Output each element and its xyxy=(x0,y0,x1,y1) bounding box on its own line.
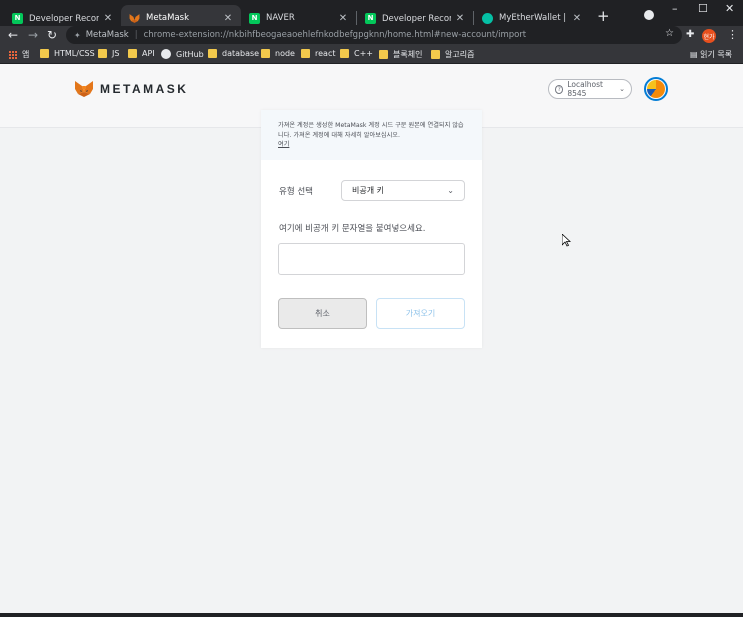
tab-label: Developer Record : 네이 xyxy=(29,14,99,24)
browser-menu-icon[interactable]: ⋮ xyxy=(727,28,738,42)
bookmark-star-icon[interactable]: ☆ xyxy=(665,28,674,39)
back-button[interactable]: ← xyxy=(8,28,18,42)
folder-icon xyxy=(379,50,388,59)
learn-more-link[interactable]: 여기 xyxy=(278,141,289,148)
tab-label: NAVER xyxy=(266,13,295,23)
bookmark-label: 앱 xyxy=(22,50,30,59)
bookmark-label: API xyxy=(142,49,155,58)
bookmark-label: C++ xyxy=(354,49,373,58)
tab-search-icon[interactable] xyxy=(644,10,654,20)
bookmark-label: JS xyxy=(112,49,120,58)
metamask-fox-icon xyxy=(129,13,140,24)
folder-icon xyxy=(340,49,349,58)
bookmark-algorithm[interactable]: 알고리즘 xyxy=(431,49,474,60)
cancel-button[interactable]: 취소 xyxy=(278,298,367,329)
folder-icon xyxy=(128,49,137,58)
new-tab-button[interactable]: + xyxy=(597,7,610,25)
paste-key-label: 여기에 비공개 키 문자열을 붙여넣으세요. xyxy=(279,224,426,234)
mew-icon xyxy=(482,12,493,24)
bookmark-label: react xyxy=(315,49,336,58)
bookmark-html-css[interactable]: HTML/CSS xyxy=(40,49,95,58)
address-divider: | xyxy=(134,30,138,40)
naver-blog-icon: N xyxy=(12,12,23,24)
account-avatar-button[interactable] xyxy=(644,77,668,101)
bookmark-label: GitHub xyxy=(176,49,204,59)
metamask-wordmark: METAMASK xyxy=(100,82,189,96)
bookmark-label: database xyxy=(222,49,260,58)
import-account-card: 가져온 계정은 생성한 MetaMask 계정 시드 구문 원본에 연결되지 않… xyxy=(261,110,482,348)
select-type-label: 유형 선택 xyxy=(279,187,313,197)
bookmark-react[interactable]: react xyxy=(301,49,335,58)
private-key-input[interactable] xyxy=(278,243,465,275)
close-tab-icon[interactable]: ✕ xyxy=(455,13,465,24)
chevron-down-icon: ⌄ xyxy=(447,186,454,195)
bookmark-label: 알고리즘 xyxy=(445,50,475,59)
bookmark-label: HTML/CSS xyxy=(54,49,95,58)
folder-icon xyxy=(98,49,107,58)
tab-label: MyEtherWallet | MEW xyxy=(499,13,568,23)
notice-text: 가져온 계정은 생성한 MetaMask 계정 시드 구문 원본에 연결되지 않… xyxy=(278,122,464,139)
puzzle-icon: ✦ xyxy=(74,30,81,40)
close-window-button[interactable]: ✕ xyxy=(725,2,734,15)
minimize-button[interactable]: – xyxy=(672,2,678,15)
folder-icon xyxy=(40,49,49,58)
metamask-logo[interactable]: METAMASK xyxy=(74,80,188,98)
folder-icon xyxy=(208,49,217,58)
network-selector[interactable]: ? Localhost 8545 ⌄ xyxy=(548,79,632,99)
naver-blog-icon: N xyxy=(365,12,376,24)
question-icon: ? xyxy=(555,84,564,94)
close-tab-icon[interactable]: ✕ xyxy=(338,13,348,24)
window-bottom-border xyxy=(0,613,743,617)
bookmark-node[interactable]: node xyxy=(261,49,295,58)
import-type-value: 비공개 키 xyxy=(352,186,384,195)
chevron-down-icon: ⌄ xyxy=(619,85,625,93)
profile-avatar[interactable]: 현가 xyxy=(702,29,716,43)
bookmark-label: node xyxy=(275,49,295,58)
close-tab-icon[interactable]: ✕ xyxy=(103,13,113,24)
network-label: Localhost 8545 xyxy=(567,80,603,98)
forward-button[interactable]: → xyxy=(28,28,38,42)
import-type-dropdown[interactable]: 비공개 키 ⌄ xyxy=(341,180,465,201)
browser-toolbar: ← → ↻ ✦ MetaMask | chrome-extension://nk… xyxy=(0,26,743,46)
github-icon xyxy=(161,49,171,59)
metamask-page: METAMASK ? Localhost 8545 ⌄ 가져온 계정은 생성한 … xyxy=(0,64,743,613)
folder-icon xyxy=(261,49,270,58)
account-identicon xyxy=(647,80,665,98)
folder-icon xyxy=(431,50,440,59)
folder-icon xyxy=(301,49,310,58)
bookmark-blockchain[interactable]: 블록체인 xyxy=(379,49,422,60)
close-tab-icon[interactable]: ✕ xyxy=(572,13,582,24)
metamask-fox-icon xyxy=(75,81,93,97)
bookmark-js[interactable]: JS xyxy=(98,49,119,58)
naver-icon: N xyxy=(249,12,260,24)
bookmark-database[interactable]: database xyxy=(208,49,259,58)
maximize-button[interactable]: ☐ xyxy=(698,2,708,15)
import-notice: 가져온 계정은 생성한 MetaMask 계정 시드 구문 원본에 연결되지 않… xyxy=(261,110,482,160)
bookmark-api[interactable]: API xyxy=(128,49,155,58)
bookmark-github[interactable]: GitHub xyxy=(161,49,204,59)
reading-list[interactable]: ▤ 읽기 목록 xyxy=(690,49,732,60)
import-button[interactable]: 가져오기 xyxy=(376,298,465,329)
extensions-icon[interactable]: ✚ xyxy=(686,29,694,40)
tab-label: MetaMask xyxy=(146,13,189,23)
bookmark-apps[interactable]: 앱 xyxy=(9,49,29,60)
mouse-cursor-icon xyxy=(562,234,571,247)
bookmarks-bar: 앱 HTML/CSS JS API GitHub database node r… xyxy=(0,46,743,64)
bookmark-cpp[interactable]: C++ xyxy=(340,49,373,58)
reading-list-label: 읽기 목록 xyxy=(700,50,733,59)
tab-label: Developer Record : 네이 xyxy=(382,14,451,24)
apps-grid-icon xyxy=(9,50,17,59)
bookmark-label: 블록체인 xyxy=(393,50,423,59)
address-bar[interactable]: ✦ MetaMask | chrome-extension://nkbihfbe… xyxy=(66,26,682,44)
close-tab-icon[interactable]: ✕ xyxy=(223,13,233,24)
reading-list-icon: ▤ xyxy=(690,50,701,59)
site-label: MetaMask xyxy=(85,30,129,40)
url-text: chrome-extension://nkbihfbeogaeaoehlefnk… xyxy=(143,30,527,40)
reload-button[interactable]: ↻ xyxy=(47,28,57,42)
